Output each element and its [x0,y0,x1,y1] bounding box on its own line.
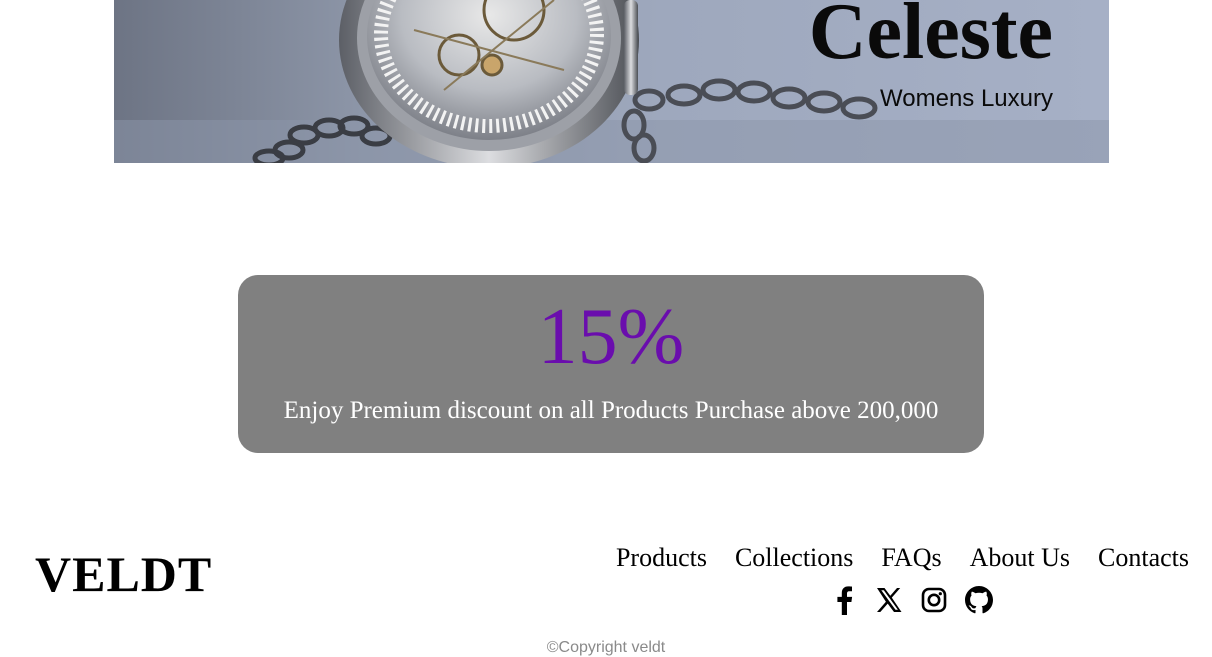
x-icon[interactable] [874,584,903,616]
hero-banner: Celeste Womens Luxury [114,0,1109,163]
page: Celeste Womens Luxury 15% Enjoy Premium … [0,0,1212,657]
facebook-icon[interactable] [829,584,858,616]
github-icon[interactable] [964,584,993,616]
hero-subtitle: Womens Luxury [880,85,1053,112]
footer-nav: Products Collections FAQs About Us Conta… [616,542,1189,573]
promo-description: Enjoy Premium discount on all Products P… [283,397,939,424]
hero-title: Celeste [808,0,1053,76]
footer-link-collections[interactable]: Collections [735,542,853,573]
footer-brand-logo[interactable]: VELDT [35,549,212,599]
copyright-text: ©Copyright veldt [546,639,666,656]
footer-link-contacts[interactable]: Contacts [1098,542,1189,573]
discount-value: 15% [537,293,685,381]
promo-card: 15% Enjoy Premium discount on all Produc… [238,275,984,453]
social-links [829,584,993,616]
footer-link-faqs[interactable]: FAQs [881,542,941,573]
footer-link-about-us[interactable]: About Us [970,542,1070,573]
footer-link-products[interactable]: Products [616,542,707,573]
instagram-icon[interactable] [919,584,948,616]
